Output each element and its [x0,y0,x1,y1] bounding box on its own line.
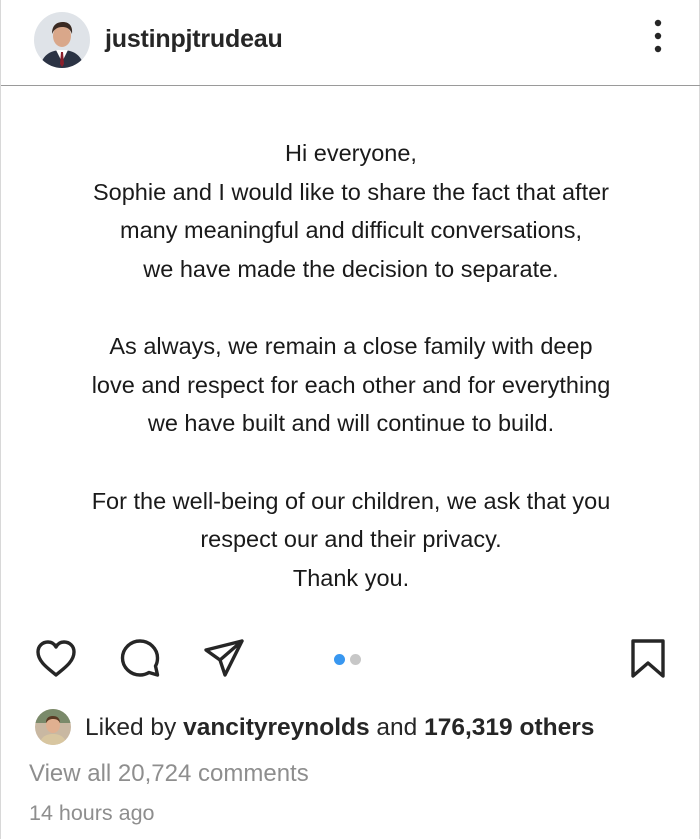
share-icon[interactable] [201,636,247,682]
view-all-comments-link[interactable]: View all 20,724 comments [29,760,309,788]
action-bar [1,636,700,684]
carousel-dot-active [334,654,345,665]
post-header: justinpjtrudeau [1,0,700,86]
likes-text: Liked by vancityreynolds and 176,319 oth… [85,714,594,742]
post-line: Sophie and I would like to share the fac… [92,178,609,205]
post-line: love and respect for each other and for … [91,371,611,398]
carousel-dot [350,654,361,665]
post-timestamp: 14 hours ago [29,801,155,825]
comment-icon[interactable] [117,636,163,682]
post-line: we have built and will continue to build… [147,410,555,436]
profile-avatar-icon[interactable] [34,12,90,68]
likes-middle: and [369,714,425,741]
likes-count-link[interactable]: 176,319 others [424,714,594,741]
post-line: we have made the decision to separate. [143,255,559,282]
instagram-post: justinpjtrudeau Hi everyone, Sophie and … [0,0,700,839]
post-line: Thank you. [292,564,410,591]
liker-username[interactable]: vancityreynolds [183,714,370,741]
likes-prefix: Liked by [85,714,184,741]
post-line: many meaningful and difficult conversati… [120,217,582,243]
likes-row: Liked by vancityreynolds and 176,319 oth… [1,708,700,748]
post-line: As always, we remain a close family with… [109,333,593,359]
liker-avatar-icon[interactable] [35,709,71,745]
post-line: respect our and their privacy. [200,526,502,552]
post-line: Hi everyone, [285,140,417,166]
bookmark-icon[interactable] [625,636,671,682]
post-line: For the well-being of our children, we a… [91,487,611,514]
heart-icon[interactable] [33,636,79,682]
carousel-indicator [334,654,361,665]
more-options-icon[interactable] [646,16,670,56]
post-image-text: Hi everyone, Sophie and I would like to … [1,134,700,597]
username[interactable]: justinpjtrudeau [105,25,283,54]
